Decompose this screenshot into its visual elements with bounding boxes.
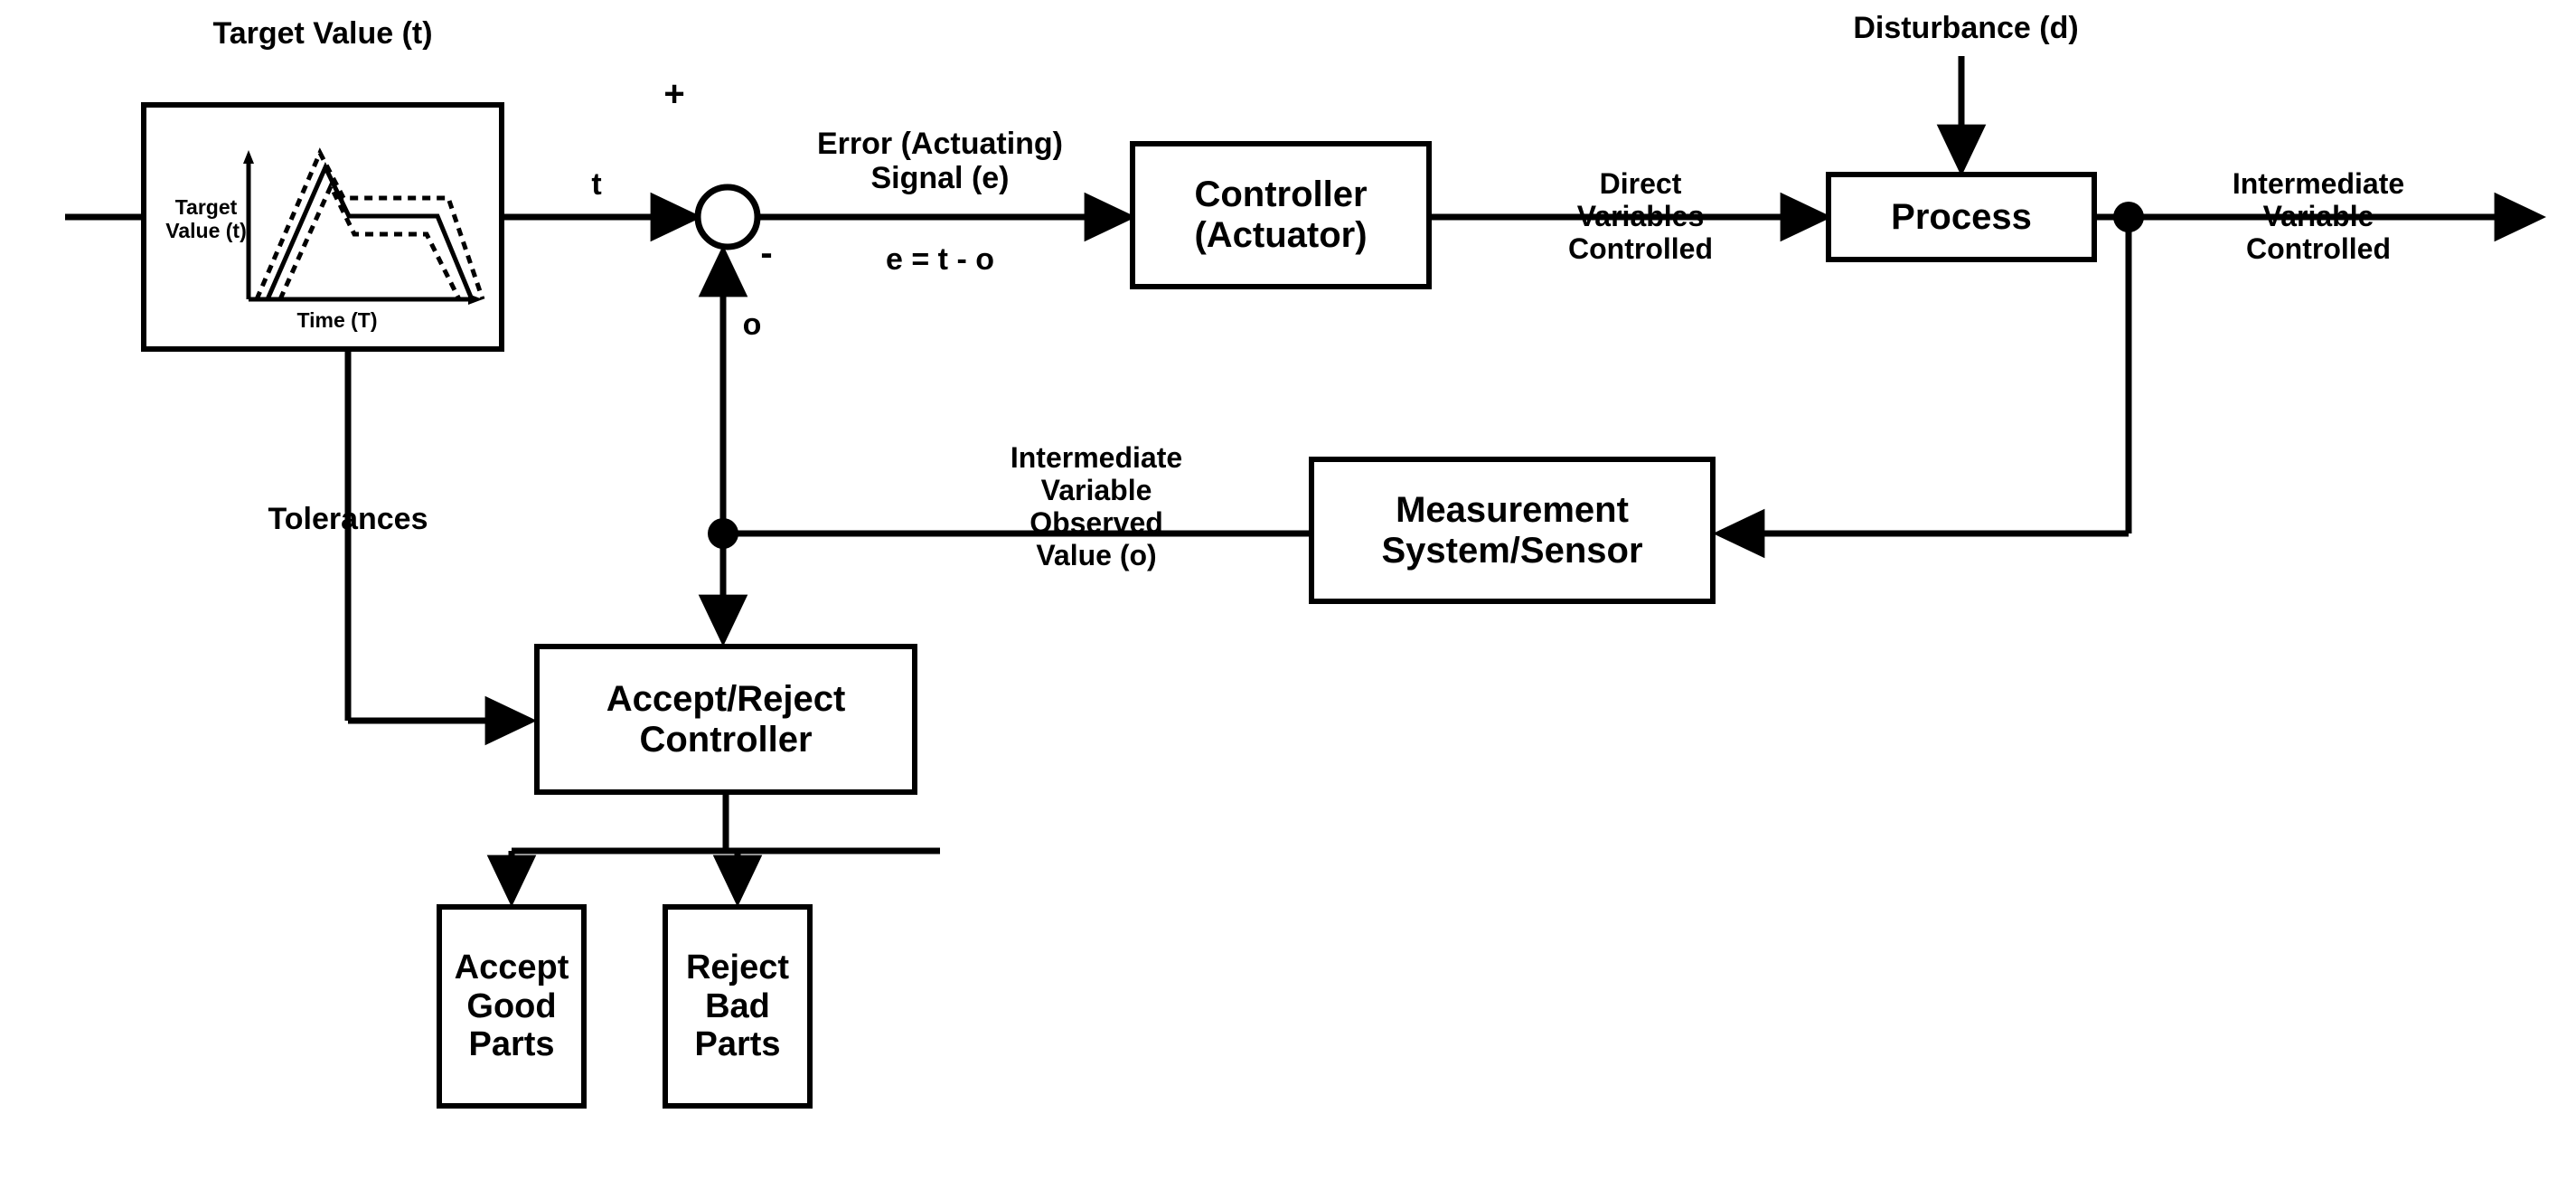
intermediate-variable-observed-label: Intermediate Variable Observed Value (o) xyxy=(1010,441,1183,572)
controller-block[interactable]: Controller (Actuator) xyxy=(1130,141,1432,289)
error-signal-label: Error (Actuating) Signal (e) xyxy=(817,127,1063,196)
direct-variables-label: Direct Variables Controlled xyxy=(1568,167,1713,266)
target-value-inset-chart xyxy=(243,147,485,305)
target-value-block[interactable]: Target Value (t) Time (T) xyxy=(141,102,504,352)
inset-x-axis-label: Time (T) xyxy=(296,308,378,332)
tolerances-label: Tolerances xyxy=(268,502,428,536)
feedback-junction-dot xyxy=(708,518,738,549)
accept-good-parts-block[interactable]: Accept Good Parts xyxy=(437,904,587,1109)
error-equation-label: e = t - o xyxy=(886,242,994,277)
process-block[interactable]: Process xyxy=(1826,172,2097,262)
accept-reject-controller-block[interactable]: Accept/Reject Controller xyxy=(534,644,917,795)
reject-bad-parts-block[interactable]: Reject Bad Parts xyxy=(663,904,813,1109)
t-signal-label: t xyxy=(591,167,602,202)
target-value-title: Target Value (t) xyxy=(212,16,433,51)
control-diagram-canvas: Target Value (t) Time (T) Controller (Ac… xyxy=(0,0,2576,1180)
intermediate-variable-controlled-label: Intermediate Variable Controlled xyxy=(2232,167,2405,266)
inset-y-axis-label: Target Value (t) xyxy=(165,195,247,242)
plus-sign-label: + xyxy=(663,74,685,114)
inset-y-axis-arrow xyxy=(243,150,254,164)
disturbance-label: Disturbance (d) xyxy=(1853,11,2079,45)
inset-series-upper xyxy=(254,147,485,300)
inset-series-lower xyxy=(277,181,462,301)
measurement-sensor-block[interactable]: Measurement System/Sensor xyxy=(1309,457,1716,604)
output-junction-dot xyxy=(2113,202,2144,232)
observed-value-signal-label: o xyxy=(742,307,762,342)
